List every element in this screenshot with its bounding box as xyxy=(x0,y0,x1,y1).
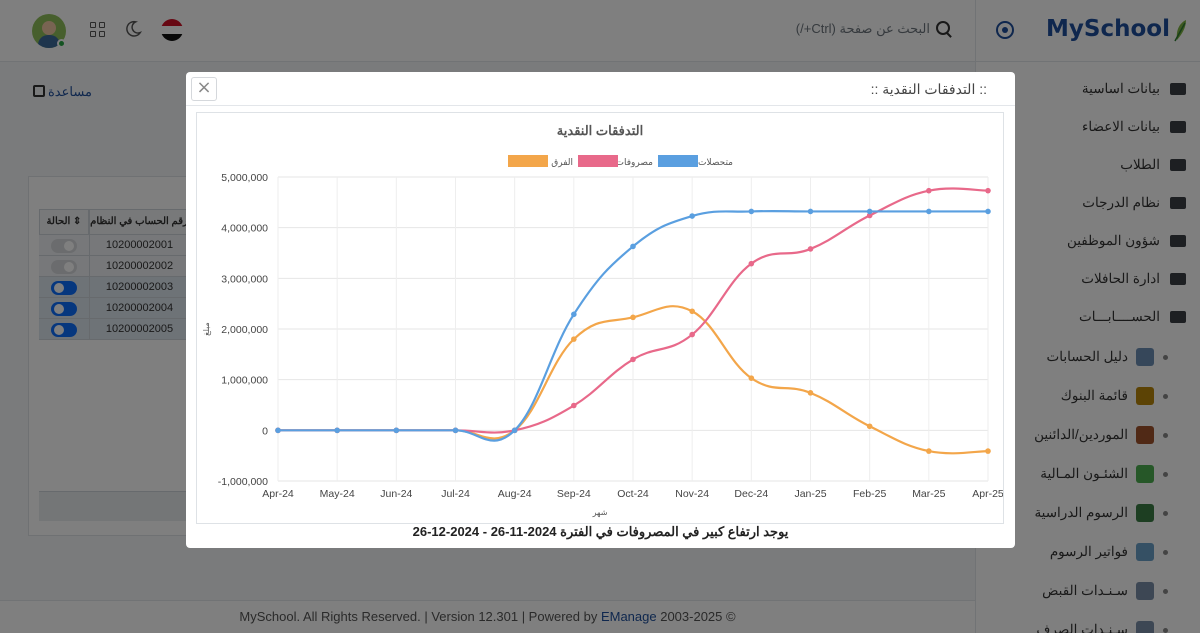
x-tick-label: Apr-24 xyxy=(262,488,294,500)
x-tick-label: Jul-24 xyxy=(441,488,470,500)
data-point xyxy=(926,187,932,194)
data-point xyxy=(985,448,991,454)
data-point xyxy=(334,427,340,434)
x-tick-label: Jan-25 xyxy=(794,488,826,500)
legend-swatch xyxy=(658,155,698,167)
y-tick-label: 1,000,000 xyxy=(221,375,268,387)
data-point xyxy=(985,187,991,194)
y-tick-label: -1,000,000 xyxy=(218,476,268,488)
legend-label: مصروفات xyxy=(616,158,654,168)
data-point xyxy=(926,448,932,454)
data-point xyxy=(985,208,991,215)
y-tick-label: 2,000,000 xyxy=(221,324,268,336)
x-axis-label: شهر xyxy=(592,508,608,517)
cash-flow-chart: التدفقات النقدية متحصلات مصروفات الفرق -1,00… xyxy=(202,123,1004,517)
modal-title: :: التدفقات النقدية :: xyxy=(870,81,987,97)
y-tick-label: 3,000,000 xyxy=(221,273,268,285)
data-point xyxy=(748,208,755,215)
data-point xyxy=(926,208,932,215)
close-button[interactable]: × xyxy=(191,77,217,101)
data-point xyxy=(807,390,814,396)
x-tick-label: Aug-24 xyxy=(498,488,532,500)
chart-insight-note: يوجد ارتفاع كبير في المصروفات في الفترة … xyxy=(412,524,789,539)
data-point xyxy=(748,260,755,267)
data-point xyxy=(571,402,577,409)
data-point xyxy=(630,314,636,321)
data-point xyxy=(689,308,695,315)
data-point xyxy=(571,336,577,342)
data-point xyxy=(689,213,695,219)
legend-swatch xyxy=(508,155,548,167)
y-tick-label: 4,000,000 xyxy=(221,223,268,235)
data-point xyxy=(689,331,695,338)
x-tick-label: Dec-24 xyxy=(734,488,768,500)
data-point xyxy=(452,427,459,434)
legend-label: الفرق xyxy=(551,158,573,168)
x-tick-label: Feb-25 xyxy=(853,488,886,500)
data-point xyxy=(630,356,636,363)
data-point xyxy=(393,427,400,434)
data-point xyxy=(275,427,281,434)
x-tick-label: Mar-25 xyxy=(912,488,945,500)
data-point xyxy=(866,423,873,430)
data-point xyxy=(630,243,636,250)
y-tick-label: 5,000,000 xyxy=(221,172,268,184)
data-point xyxy=(748,375,755,381)
x-tick-label: Jun-24 xyxy=(380,488,412,500)
data-point xyxy=(571,311,577,318)
data-point xyxy=(807,246,814,252)
x-tick-label: May-24 xyxy=(320,488,355,500)
y-tick-label: 0 xyxy=(262,425,268,437)
cash-flow-modal: :: التدفقات النقدية :: × التدفقات النقدي… xyxy=(186,72,1015,548)
x-tick-label: Sep-24 xyxy=(557,488,591,500)
legend-swatch xyxy=(578,155,618,167)
data-point xyxy=(511,427,518,434)
chart-title: التدفقات النقدية xyxy=(557,123,643,138)
data-point xyxy=(807,208,814,215)
y-axis-label: مبلغ xyxy=(202,322,211,336)
x-tick-label: Apr-25 xyxy=(972,488,1003,500)
x-tick-label: Nov-24 xyxy=(675,488,709,500)
modal-header: :: التدفقات النقدية :: × xyxy=(186,72,1015,106)
data-point xyxy=(866,208,873,215)
legend-label: متحصلات xyxy=(698,158,733,168)
x-tick-label: Oct-24 xyxy=(617,488,649,500)
chart-frame: التدفقات النقدية متحصلات مصروفات الفرق -1,00… xyxy=(196,112,1004,524)
